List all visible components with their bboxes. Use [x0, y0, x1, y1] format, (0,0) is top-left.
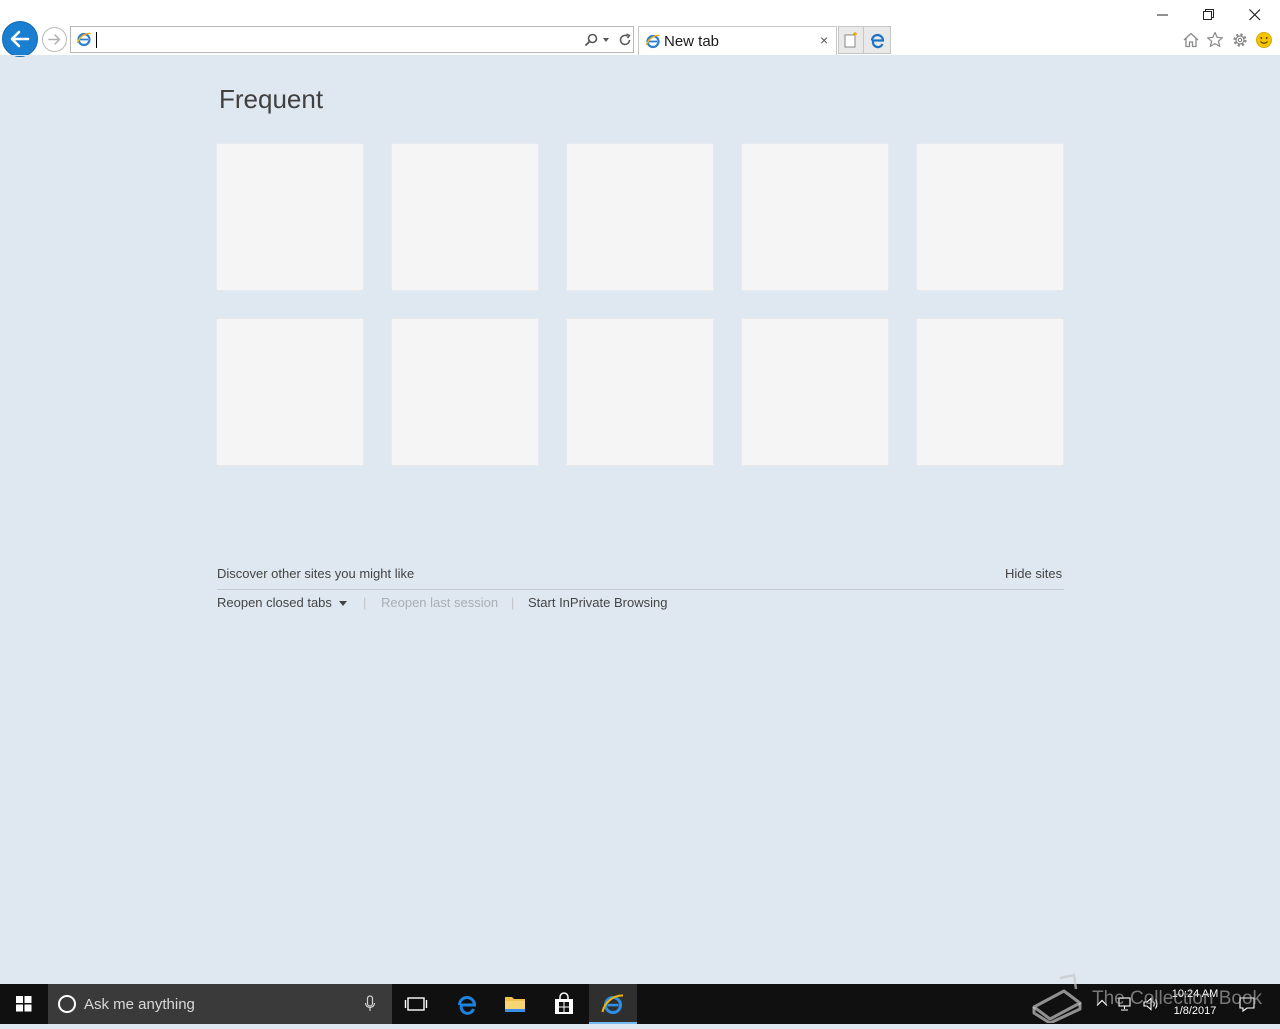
- text-caret: [96, 32, 97, 48]
- search-icon[interactable]: [583, 32, 599, 48]
- tab-new-tab[interactable]: New tab ×: [638, 26, 837, 56]
- discover-sites-label: Discover other sites you might like: [217, 566, 415, 581]
- task-view-button[interactable]: [392, 984, 440, 1024]
- frequent-site-tile[interactable]: [916, 318, 1064, 466]
- cortana-icon: [58, 995, 76, 1013]
- edge-taskbar-button[interactable]: [443, 984, 491, 1024]
- frequent-site-tile[interactable]: [741, 318, 889, 466]
- taskbar: 10:24 AM 1/8/2017: [0, 984, 1280, 1024]
- chevron-down-icon[interactable]: [603, 38, 609, 42]
- tab-label: New tab: [664, 33, 720, 50]
- smiley-feedback-icon[interactable]: [1254, 30, 1274, 50]
- address-bar[interactable]: [70, 26, 634, 53]
- store-icon: [555, 992, 573, 1014]
- hide-sites-link[interactable]: Hide sites: [1005, 566, 1062, 581]
- task-view-icon: [404, 997, 428, 1011]
- restore-icon: [1203, 9, 1214, 20]
- back-arrow-icon: [10, 30, 30, 48]
- close-tab-icon[interactable]: ×: [820, 31, 828, 49]
- frequent-heading: Frequent: [219, 84, 324, 114]
- new-tab-button[interactable]: [838, 26, 864, 54]
- search-input[interactable]: [84, 993, 344, 1015]
- minimize-icon: [1157, 14, 1168, 16]
- frequent-site-tile[interactable]: [391, 318, 539, 466]
- browser-chrome: New tab ×: [0, 0, 1280, 57]
- internet-explorer-taskbar-button[interactable]: [589, 984, 637, 1024]
- refresh-icon[interactable]: [617, 32, 633, 48]
- ie-page-icon: [645, 34, 660, 49]
- forward-button[interactable]: [42, 27, 67, 52]
- address-input[interactable]: [95, 29, 575, 49]
- new-tab-icon: [844, 32, 857, 48]
- chevron-down-icon[interactable]: [339, 601, 347, 606]
- reopen-closed-tabs-link[interactable]: Reopen closed tabs: [217, 595, 332, 610]
- file-explorer-button[interactable]: [491, 984, 539, 1024]
- chrome-divider: [0, 55, 1280, 56]
- frequent-site-tile[interactable]: [216, 143, 364, 291]
- watermark-text: The Collection Book: [1092, 988, 1263, 1009]
- frequent-site-tile[interactable]: [741, 143, 889, 291]
- file-explorer-icon: [505, 997, 525, 1012]
- separator: |: [363, 595, 367, 610]
- home-icon[interactable]: [1181, 30, 1201, 50]
- start-inprivate-link[interactable]: Start InPrivate Browsing: [528, 595, 667, 610]
- favorites-star-icon[interactable]: [1205, 30, 1225, 50]
- restore-button[interactable]: [1189, 4, 1229, 26]
- back-button[interactable]: [2, 21, 38, 57]
- ie-page-icon: [76, 32, 91, 47]
- frequent-site-tile[interactable]: [566, 318, 714, 466]
- store-button[interactable]: [540, 984, 588, 1024]
- frequent-site-tile[interactable]: [566, 143, 714, 291]
- forward-arrow-icon: [48, 34, 61, 45]
- start-button[interactable]: [0, 984, 48, 1024]
- minimize-button[interactable]: [1143, 4, 1183, 26]
- edge-icon: [870, 33, 885, 49]
- separator: |: [511, 595, 515, 610]
- frequent-site-tile[interactable]: [216, 318, 364, 466]
- windows-logo-icon: [16, 996, 32, 1012]
- cortana-search-box[interactable]: [48, 984, 392, 1024]
- frequent-site-tile[interactable]: [391, 143, 539, 291]
- frequent-site-tile[interactable]: [916, 143, 1064, 291]
- book-watermark-icon: [1032, 973, 1082, 1023]
- divider: [217, 589, 1064, 590]
- internet-explorer-icon: [601, 994, 624, 1014]
- close-window-button[interactable]: [1235, 4, 1275, 26]
- edge-icon: [458, 996, 477, 1015]
- microphone-icon[interactable]: [364, 995, 376, 1013]
- gear-icon[interactable]: [1230, 30, 1250, 50]
- reopen-last-session-link: Reopen last session: [381, 595, 499, 610]
- close-icon: [1249, 9, 1261, 21]
- open-edge-button[interactable]: [864, 26, 891, 54]
